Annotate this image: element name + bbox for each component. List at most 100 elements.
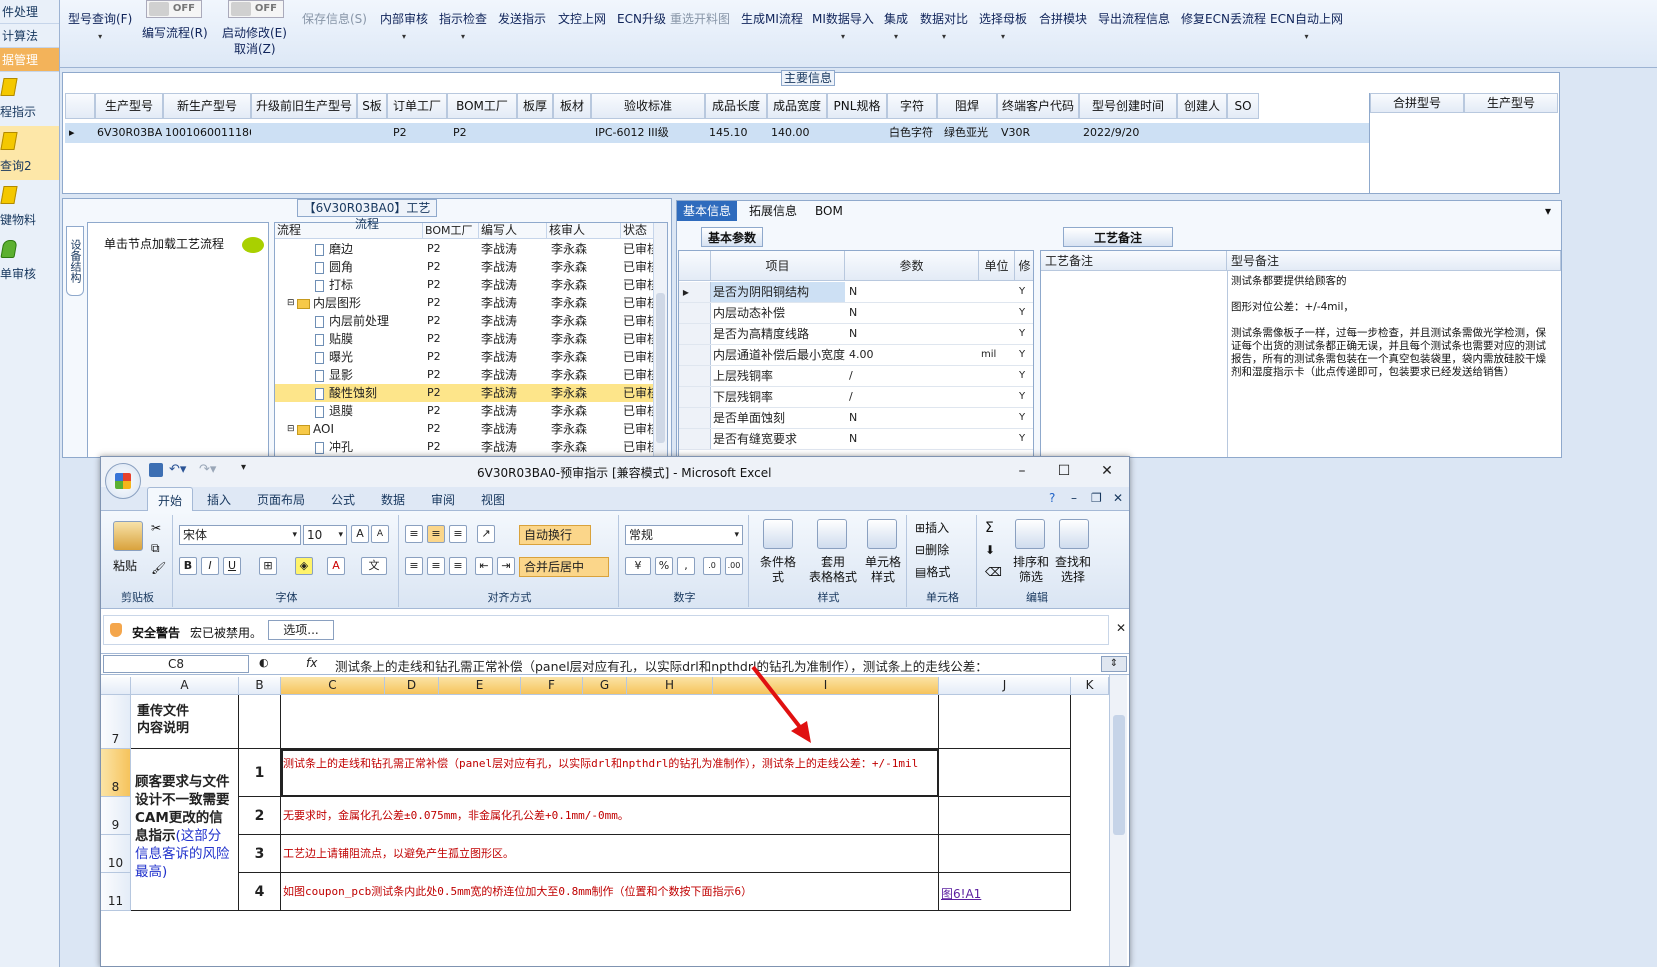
- comma-icon[interactable]: ,: [677, 557, 695, 575]
- hyperlink[interactable]: 图6!A1: [941, 887, 981, 901]
- tree-node-row[interactable]: ⊟ AOI P2 李战涛 李永森 已审核: [275, 420, 655, 438]
- param-row[interactable]: 是否单面蚀刻 N Y: [679, 408, 1033, 429]
- insert-function-icon[interactable]: fx: [306, 656, 317, 670]
- font-name-select[interactable]: 宋体: [179, 525, 301, 545]
- expand-toggle-icon[interactable]: ⊟: [287, 420, 295, 438]
- column-header[interactable]: PNL规格: [827, 93, 887, 119]
- cell-solder[interactable]: 绿色亚光: [942, 123, 997, 143]
- fill-icon[interactable]: ⬇: [985, 543, 995, 558]
- column-header[interactable]: S板: [357, 93, 387, 119]
- close-icon[interactable]: ✕: [1096, 461, 1118, 481]
- phonetic-icon[interactable]: 文: [361, 557, 387, 575]
- tab-page-layout[interactable]: 页面布局: [257, 491, 305, 508]
- font-color-icon[interactable]: A: [327, 557, 345, 575]
- tab-bom[interactable]: BOM: [809, 201, 849, 221]
- column-header[interactable]: 板材: [553, 93, 591, 119]
- device-structure-tab[interactable]: 设备结构: [66, 226, 84, 296]
- cell-a7[interactable]: 重传文件 内容说明: [131, 695, 239, 749]
- column-header[interactable]: 字符: [887, 93, 937, 119]
- column-header[interactable]: 新生产型号: [163, 93, 251, 119]
- find-select-icon[interactable]: [1059, 519, 1089, 549]
- align-left-icon[interactable]: ≡: [405, 557, 423, 575]
- cell-a8[interactable]: 顾客要求与文件设计不一致需要CAM更改的信息指示(这部分信息客诉的风险最高): [131, 749, 239, 911]
- cell-style-icon[interactable]: [867, 519, 897, 549]
- item-number-cell[interactable]: 3: [239, 835, 281, 873]
- font-size-select[interactable]: 10: [303, 525, 347, 545]
- select-all-corner[interactable]: [101, 677, 131, 695]
- cell-j[interactable]: [939, 835, 1071, 873]
- italic-icon[interactable]: I: [201, 557, 219, 575]
- tree-node-row[interactable]: 酸性蚀刻 P2 李战涛 李永森 已审核: [275, 384, 655, 402]
- column-header[interactable]: 型号创建时间: [1079, 93, 1177, 119]
- table-format-icon[interactable]: [817, 519, 847, 549]
- row-header-10[interactable]: 10: [101, 835, 131, 873]
- cell-order-factory[interactable]: P2: [391, 123, 447, 143]
- cut-icon[interactable]: ✂: [151, 521, 161, 536]
- param-value[interactable]: N: [849, 429, 979, 449]
- param-value[interactable]: N: [849, 303, 979, 323]
- cell-b7[interactable]: [239, 695, 281, 749]
- save-info-button[interactable]: 保存信息(S): [302, 10, 367, 27]
- cell-j[interactable]: 图6!A1: [939, 873, 1071, 911]
- column-header-g[interactable]: G: [583, 677, 627, 695]
- edit-flow-toggle[interactable]: OFF: [146, 0, 202, 18]
- cell-char[interactable]: 白色字符: [887, 123, 937, 143]
- decrease-decimal-icon[interactable]: .00: [725, 557, 743, 575]
- format-cells-button[interactable]: ▤格式: [915, 565, 950, 580]
- increase-indent-icon[interactable]: ⇥: [497, 557, 515, 575]
- cell-prod-no[interactable]: 6V30R03BA0: [95, 123, 163, 143]
- tree-node-row[interactable]: 显影 P2 李战涛 李永森 已审核: [275, 366, 655, 384]
- tab-review[interactable]: 审阅: [431, 491, 455, 508]
- nav-tab-process[interactable]: 件处理: [0, 0, 59, 24]
- percent-icon[interactable]: %: [655, 557, 673, 575]
- item-number-cell[interactable]: 4: [239, 873, 281, 911]
- copy-icon[interactable]: ⧉: [151, 541, 160, 556]
- nav-tab-data-management[interactable]: 据管理: [0, 48, 59, 72]
- column-header[interactable]: 生产型号: [1464, 93, 1558, 113]
- cell-j[interactable]: [939, 749, 1071, 797]
- fill-color-icon[interactable]: ◈: [295, 557, 313, 575]
- column-header[interactable]: 订单工厂: [387, 93, 447, 119]
- border-icon[interactable]: ⊞: [259, 557, 277, 575]
- param-value[interactable]: N: [849, 324, 979, 344]
- orientation-icon[interactable]: ↗: [477, 525, 495, 543]
- column-header[interactable]: 终端客户代码: [997, 93, 1079, 119]
- align-top-icon[interactable]: ≡: [405, 525, 423, 543]
- delete-cells-button[interactable]: ⊟删除: [915, 543, 949, 558]
- tree-node-row[interactable]: 退膜 P2 李战涛 李永森 已审核: [275, 402, 655, 420]
- sheet-vertical-scrollbar[interactable]: [1109, 675, 1127, 966]
- tab-insert[interactable]: 插入: [207, 491, 231, 508]
- column-header-a[interactable]: A: [131, 677, 239, 695]
- increase-decimal-icon[interactable]: .0: [703, 557, 721, 575]
- column-header[interactable]: 项目: [711, 251, 845, 281]
- tab-formulas[interactable]: 公式: [331, 491, 355, 508]
- conditional-format-button[interactable]: 条件格式: [755, 555, 801, 585]
- bold-icon[interactable]: B: [179, 557, 197, 575]
- ribbon-restore-icon[interactable]: ❐: [1091, 491, 1102, 505]
- workbook-close-icon[interactable]: ✕: [1113, 491, 1123, 505]
- param-row[interactable]: 下层残铜率 / Y: [679, 387, 1033, 408]
- doc-online-button[interactable]: 文控上网: [558, 10, 606, 27]
- nav-item-guide[interactable]: 程指示: [0, 72, 59, 126]
- integrate-button[interactable]: 集成 ▾: [884, 10, 908, 47]
- office-button[interactable]: [105, 463, 141, 499]
- column-header[interactable]: 阻焊: [937, 93, 997, 119]
- merge-center-button[interactable]: 合并后居中: [519, 557, 609, 577]
- param-value[interactable]: /: [849, 366, 979, 386]
- scrollbar-thumb[interactable]: [656, 293, 665, 443]
- paste-button[interactable]: 粘贴: [113, 559, 137, 574]
- tab-basic-params[interactable]: 基本参数: [701, 227, 764, 247]
- underline-icon[interactable]: U: [223, 557, 241, 575]
- nav-item-review[interactable]: 单审核: [0, 234, 59, 288]
- cell-style-button[interactable]: 单元格 样式: [861, 555, 905, 585]
- param-row[interactable]: 上层残铜率 / Y: [679, 366, 1033, 387]
- column-header-d[interactable]: D: [385, 677, 439, 695]
- param-row[interactable]: 是否有缝宽要求 N Y: [679, 429, 1033, 450]
- column-header[interactable]: BOM工厂: [423, 223, 479, 239]
- undo-icon[interactable]: ↶▾: [169, 462, 186, 477]
- customize-toolbar-icon[interactable]: ▾: [241, 462, 246, 473]
- column-header[interactable]: 成品长度: [705, 93, 767, 119]
- cell-customer[interactable]: V30R: [999, 123, 1079, 143]
- tab-home[interactable]: 开始: [147, 487, 194, 511]
- column-header-f[interactable]: F: [521, 677, 583, 695]
